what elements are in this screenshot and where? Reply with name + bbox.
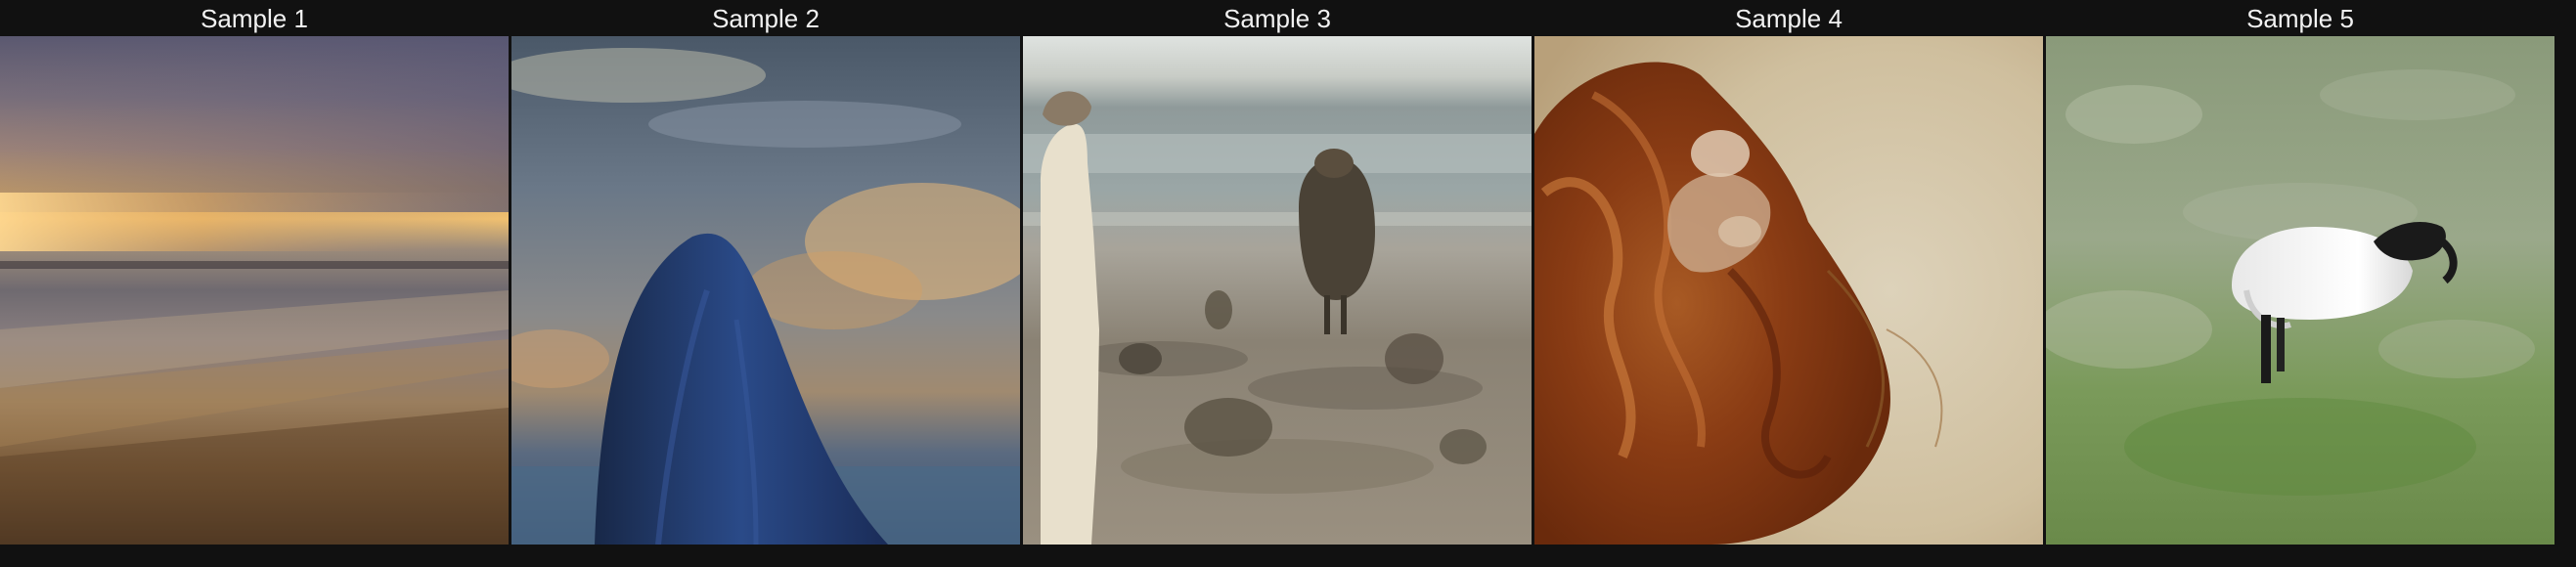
- sample-title-3: Sample 3: [1223, 4, 1331, 33]
- sample-title-2: Sample 2: [712, 4, 820, 33]
- sample-title-5: Sample 5: [2246, 4, 2354, 33]
- sample-grid: Sample 1 Sample 2 Sample 3 Sample 4 Samp…: [0, 0, 2576, 567]
- sample-image-3: [1023, 36, 1532, 545]
- sample-panel-5: Sample 5: [2046, 0, 2554, 567]
- sample-image-1: [0, 36, 509, 545]
- sample-image-2: [511, 36, 1020, 545]
- sample-panel-2: Sample 2: [511, 0, 1020, 567]
- sample-panel-1: Sample 1: [0, 0, 509, 567]
- sample-title-1: Sample 1: [200, 4, 308, 33]
- sample-panel-3: Sample 3: [1023, 0, 1532, 567]
- sample-image-4: [1534, 36, 2043, 545]
- sample-panel-4: Sample 4: [1534, 0, 2043, 567]
- sample-image-5: [2046, 36, 2554, 545]
- sample-title-4: Sample 4: [1735, 4, 1843, 33]
